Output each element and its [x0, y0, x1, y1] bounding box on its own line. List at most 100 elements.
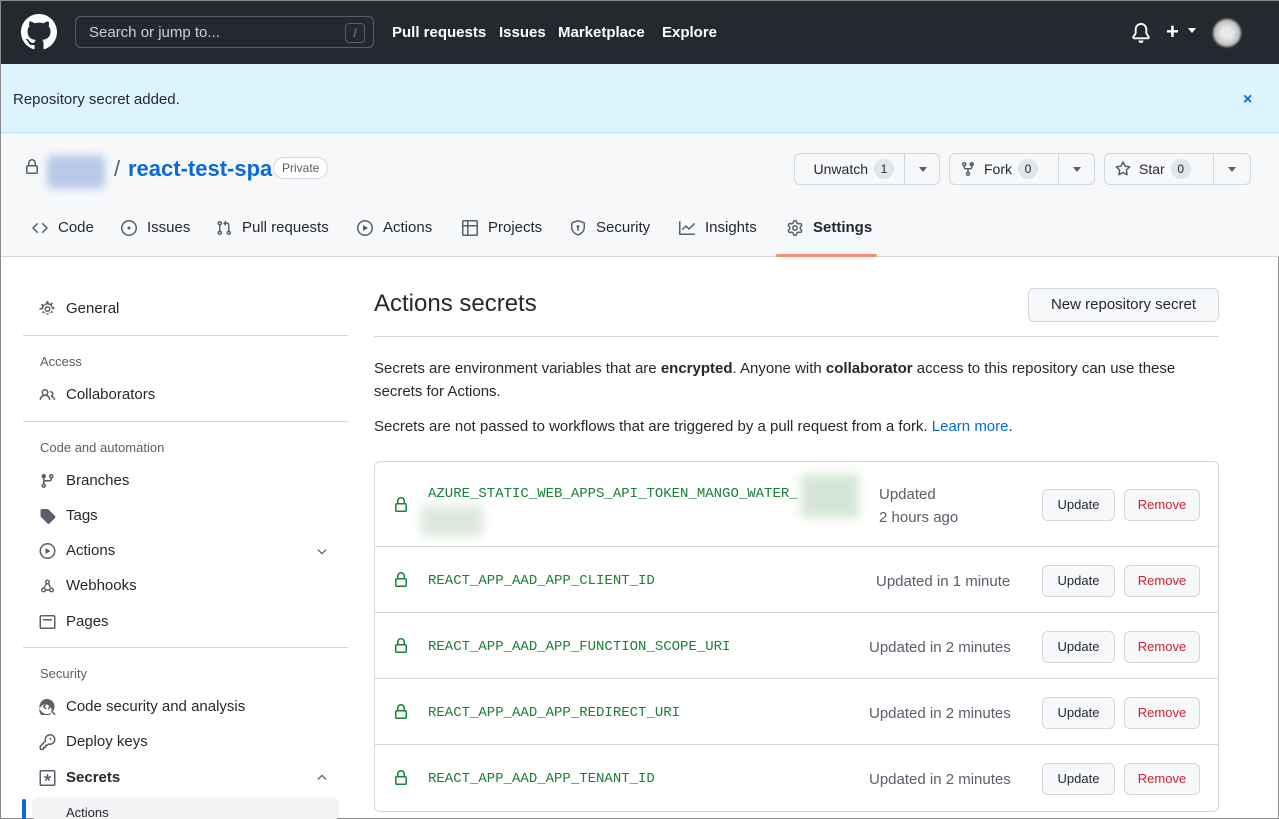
github-logo-icon[interactable]	[21, 14, 57, 50]
gear-icon	[39, 300, 55, 315]
tab-settings[interactable]: Settings	[786, 219, 872, 236]
update-secret-button[interactable]: Update	[1042, 565, 1115, 597]
bell-icon[interactable]	[1131, 23, 1151, 43]
secret-updated: Updated in 1 minute	[876, 573, 1011, 590]
nav-explore[interactable]: Explore	[662, 24, 717, 41]
secret-updated: Updated in 2 minutes	[869, 771, 1011, 788]
fork-dropdown-caret[interactable]	[1059, 154, 1094, 184]
fork-notice-text: Secrets are not passed to workflows that…	[374, 418, 932, 435]
close-icon[interactable]: ×	[1243, 91, 1252, 109]
sidebar-item-actions-label: Actions	[66, 542, 116, 559]
search-input[interactable]: Search or jump to... /	[75, 16, 374, 48]
sidebar-item-code-security[interactable]: Code security and analysis	[39, 698, 245, 715]
tab-actions-label: Actions	[383, 219, 433, 236]
browser-icon	[39, 614, 56, 629]
gear-icon	[787, 219, 803, 236]
visibility-badge: Private	[273, 157, 329, 179]
sidebar-item-collaborators-label: Collaborators	[66, 386, 156, 403]
star-label: Star	[1139, 161, 1165, 177]
search-shortcut-hint: /	[345, 23, 365, 43]
new-repository-secret-button[interactable]: New repository secret	[1028, 288, 1219, 322]
desc-emphasis-encrypted: encrypted	[660, 360, 733, 377]
shield-icon	[571, 219, 585, 236]
tab-code[interactable]: Code	[31, 219, 94, 236]
desc-text: Secrets are environment variables that a…	[374, 360, 661, 377]
remove-secret-button[interactable]: Remove	[1124, 697, 1200, 729]
tab-issues[interactable]: Issues	[120, 219, 190, 236]
sidebar-item-tags-label: Tags	[66, 507, 98, 524]
tab-pull-requests-label: Pull requests	[242, 219, 329, 236]
sidebar-item-pages[interactable]: Pages	[39, 613, 109, 630]
update-secret-button[interactable]: Update	[1042, 631, 1115, 663]
user-avatar[interactable]	[1213, 19, 1241, 47]
eye-icon	[805, 168, 806, 170]
unwatch-dropdown-caret[interactable]	[905, 154, 939, 184]
sidebar-item-deploy-keys[interactable]: Deploy keys	[39, 733, 148, 750]
tab-actions[interactable]: Actions	[356, 219, 432, 236]
fork-button[interactable]: Fork 0	[950, 154, 1059, 184]
row-divider	[375, 744, 1218, 745]
fork-count: 0	[1018, 159, 1038, 179]
create-new-button[interactable]: +	[1166, 19, 1179, 45]
secret-updated-time: 2 hours ago	[879, 509, 959, 526]
search-placeholder: Search or jump to...	[89, 24, 220, 41]
secret-updated: Updated in 2 minutes	[869, 705, 1011, 722]
desc-text: . Anyone with	[732, 360, 826, 377]
tab-pull-requests[interactable]: Pull requests	[215, 219, 329, 236]
star-count: 0	[1170, 159, 1191, 179]
sidebar-heading-code-automation: Code and automation	[40, 440, 165, 455]
tab-insights[interactable]: Insights	[678, 219, 757, 236]
lock-icon	[395, 638, 407, 653]
sidebar-item-general[interactable]: General	[39, 300, 119, 317]
remove-secret-button[interactable]: Remove	[1124, 565, 1200, 597]
sidebar-item-branches-label: Branches	[66, 472, 130, 489]
chevron-up-icon[interactable]	[315, 771, 329, 785]
tag-icon	[40, 508, 56, 524]
fork-label: Fork	[984, 161, 1012, 177]
watch-count: 1	[874, 159, 894, 179]
row-divider	[375, 612, 1218, 613]
learn-more-link[interactable]: Learn more	[932, 418, 1009, 435]
sidebar-item-webhooks[interactable]: Webhooks	[39, 577, 137, 594]
webhook-icon	[41, 579, 54, 592]
issue-opened-icon	[121, 219, 137, 236]
flash-notice: Repository secret added. ×	[1, 64, 1279, 133]
star-button[interactable]: Star 0	[1105, 154, 1215, 184]
tab-settings-label: Settings	[813, 219, 873, 236]
remove-secret-button[interactable]: Remove	[1124, 763, 1200, 795]
lock-icon	[395, 572, 407, 587]
nav-marketplace[interactable]: Marketplace	[558, 24, 645, 41]
unwatch-button[interactable]: Unwatch 1	[795, 154, 905, 184]
sidebar-item-code-security-label: Code security and analysis	[66, 698, 246, 715]
nav-pull-requests[interactable]: Pull requests	[392, 24, 486, 41]
nav-issues[interactable]: Issues	[499, 24, 546, 41]
git-pull-request-icon	[217, 220, 232, 235]
sidebar-item-branches[interactable]: Branches	[39, 472, 129, 489]
remove-secret-button[interactable]: Remove	[1124, 631, 1200, 663]
sidebar-subitem-secrets-actions[interactable]: Actions	[32, 797, 339, 819]
update-secret-button[interactable]: Update	[1042, 697, 1115, 729]
sidebar-item-collaborators[interactable]: Collaborators	[39, 386, 155, 403]
sidebar-divider	[23, 335, 348, 336]
repo-owner-redacted[interactable]	[47, 155, 105, 189]
remove-secret-button[interactable]: Remove	[1124, 489, 1200, 521]
repo-name-link[interactable]: react-test-spa	[128, 156, 272, 182]
secret-name-redacted	[801, 474, 859, 518]
tab-projects[interactable]: Projects	[461, 219, 542, 236]
page-title: Actions secrets	[374, 290, 537, 317]
star-dropdown-caret[interactable]	[1214, 154, 1250, 184]
create-new-caret-icon[interactable]	[1188, 28, 1196, 33]
row-divider	[375, 678, 1218, 679]
sidebar-item-actions[interactable]: Actions	[39, 542, 115, 559]
sidebar-item-secrets[interactable]: Secrets	[39, 769, 120, 786]
update-secret-button[interactable]: Update	[1042, 489, 1115, 521]
tab-security-label: Security	[596, 219, 651, 236]
play-icon	[39, 542, 56, 559]
update-secret-button[interactable]: Update	[1042, 763, 1115, 795]
chevron-down-icon[interactable]	[315, 544, 329, 558]
fork-notice-end: .	[1008, 418, 1013, 435]
secret-updated: Updated	[879, 486, 936, 503]
fork-icon	[962, 162, 974, 177]
tab-security[interactable]: Security	[569, 219, 650, 236]
sidebar-item-tags[interactable]: Tags	[39, 507, 98, 524]
